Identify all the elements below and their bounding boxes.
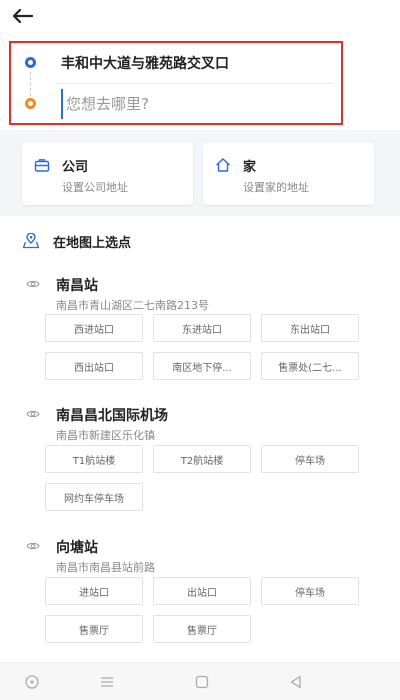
company-shortcut-card[interactable]: 公司 设置公司地址 — [22, 143, 193, 205]
destination-dot-icon — [25, 98, 36, 109]
origin-text: 丰和中大道与雅苑路交叉口 — [61, 56, 229, 72]
assistant-button[interactable] — [21, 671, 43, 693]
sub-location-chip[interactable]: 西进站口 — [45, 314, 143, 342]
sub-location-chip[interactable]: 售票厅 — [153, 615, 251, 643]
choose-on-map-button[interactable]: 在地图上选点 — [22, 226, 131, 256]
sub-location-chip[interactable]: 西出站口 — [45, 352, 143, 380]
triangle-back-icon — [290, 675, 301, 689]
sub-location-chip[interactable]: 售票处(二七... — [261, 352, 359, 380]
arrow-left-icon — [12, 8, 33, 24]
place-address: 南昌市青山湖区二七南路213号 — [56, 299, 209, 312]
sub-location-chip[interactable]: 东进站口 — [153, 314, 251, 342]
home-shortcut-card[interactable]: 家 设置家的地址 — [203, 143, 374, 205]
sub-location-chip[interactable]: 网约车停车场 — [45, 483, 143, 511]
destination-input[interactable] — [61, 89, 321, 119]
sub-location-chip[interactable]: 东出站口 — [261, 314, 359, 342]
place-address: 南昌市新建区乐化镇 — [56, 429, 155, 442]
quick-shortcuts: 公司 设置公司地址 家 设置家的地址 — [0, 130, 400, 216]
sub-location-chip[interactable]: 售票厅 — [45, 615, 143, 643]
route-input-box: 丰和中大道与雅苑路交叉口 — [9, 41, 343, 125]
place-name: 向塘站 — [56, 540, 98, 556]
briefcase-icon — [34, 159, 50, 172]
menu-button[interactable] — [96, 671, 118, 693]
destination-row — [11, 84, 341, 124]
place-name: 南昌昌北国际机场 — [56, 408, 168, 424]
sub-location-chip[interactable]: 南区地下停... — [153, 352, 251, 380]
sub-location-chip[interactable]: T1航站楼 — [45, 445, 143, 473]
sub-location-chip[interactable]: T2航站楼 — [153, 445, 251, 473]
back-nav-button[interactable] — [285, 671, 307, 693]
origin-row[interactable]: 丰和中大道与雅苑路交叉口 — [11, 43, 341, 83]
home-title: 家 — [243, 160, 257, 175]
company-title: 公司 — [62, 160, 89, 175]
home-nav-button[interactable] — [191, 671, 213, 693]
choose-on-map-label: 在地图上选点 — [53, 235, 132, 251]
place-name: 南昌站 — [56, 278, 98, 294]
menu-icon — [101, 677, 113, 687]
home-icon — [216, 158, 230, 172]
top-bar — [0, 0, 400, 34]
map-pin-icon — [22, 233, 40, 249]
sub-location-chip[interactable]: 停车场 — [261, 577, 359, 605]
origin-dot-icon — [25, 57, 36, 68]
sub-location-chip[interactable]: 出站口 — [153, 577, 251, 605]
square-icon — [195, 675, 209, 689]
system-nav-bar — [0, 662, 400, 700]
home-subtitle: 设置家的地址 — [243, 181, 309, 194]
circle-dot-icon — [25, 675, 39, 689]
sub-location-chip[interactable]: 进站口 — [45, 577, 143, 605]
sub-location-chip[interactable]: 停车场 — [261, 445, 359, 473]
location-eye-icon — [26, 542, 40, 550]
back-button[interactable] — [8, 2, 36, 30]
place-address: 南昌市南昌县站前路 — [56, 561, 155, 574]
location-eye-icon — [26, 410, 40, 418]
location-eye-icon — [26, 280, 40, 288]
company-subtitle: 设置公司地址 — [62, 181, 128, 194]
